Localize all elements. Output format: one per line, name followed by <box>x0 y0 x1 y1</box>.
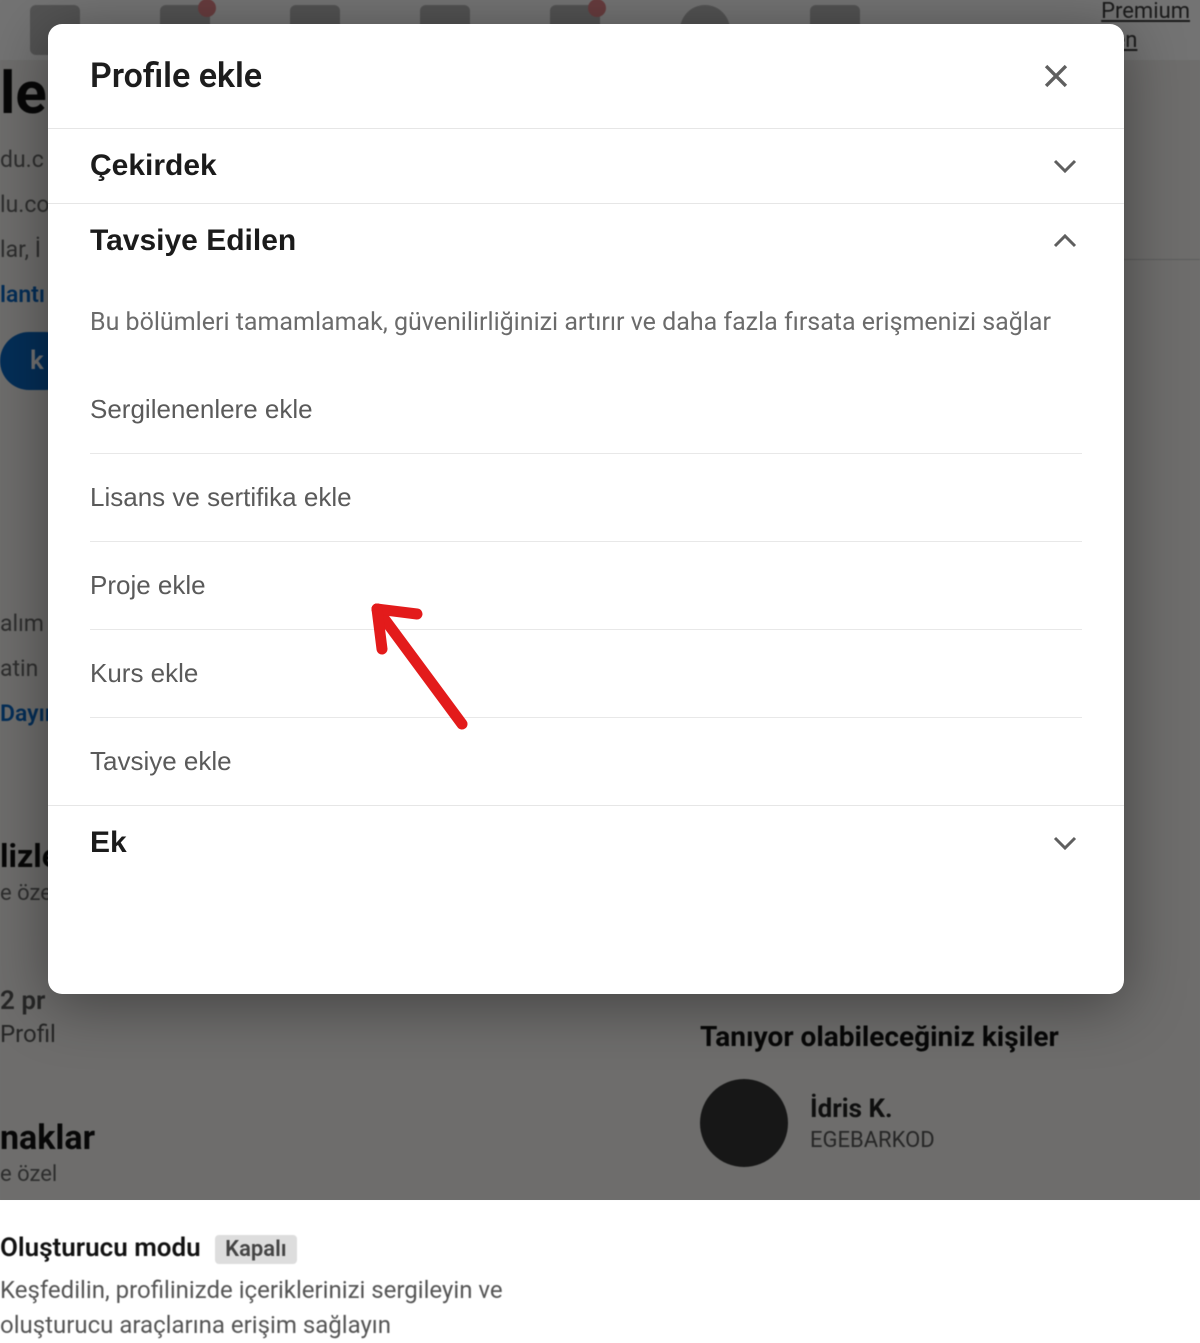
add-profile-section-modal: Profile ekle Çekirdek Tavsiye Edilen Bu … <box>48 24 1124 994</box>
accordion-recommended-header[interactable]: Tavsiye Edilen <box>48 204 1124 278</box>
creator-mode-row: Oluşturucu modu Kapalı <box>0 1233 660 1263</box>
option-add-featured[interactable]: Sergilenenlere ekle <box>90 365 1082 453</box>
accordion-core-title: Çekirdek <box>90 149 217 183</box>
option-add-project[interactable]: Proje ekle <box>90 541 1082 629</box>
option-add-course[interactable]: Kurs ekle <box>90 629 1082 717</box>
recommended-description: Bu bölümleri tamamlamak, güvenilirliğini… <box>90 278 1082 353</box>
close-button[interactable] <box>1030 50 1082 102</box>
accordion-additional: Ek <box>48 805 1124 880</box>
accordion-additional-header[interactable]: Ek <box>48 805 1124 880</box>
creator-mode-state: Kapalı <box>215 1235 297 1264</box>
recommended-options: Sergilenenlere ekle Lisans ve sertifika … <box>90 365 1082 805</box>
close-icon <box>1039 59 1073 93</box>
accordion-core-header[interactable]: Çekirdek <box>48 129 1124 204</box>
creator-mode-desc: Keşfedilin, profilinizde içeriklerinizi … <box>0 1273 660 1343</box>
modal-title: Profile ekle <box>90 56 262 96</box>
chevron-down-icon <box>1048 826 1082 860</box>
accordion-recommended-body: Bu bölümleri tamamlamak, güvenilirliğini… <box>48 278 1124 805</box>
modal-header: Profile ekle <box>48 24 1124 129</box>
option-add-license-cert[interactable]: Lisans ve sertifika ekle <box>90 453 1082 541</box>
accordion-recommended: Tavsiye Edilen Bu bölümleri tamamlamak, … <box>48 204 1124 805</box>
chevron-up-icon <box>1048 224 1082 258</box>
accordion-additional-title: Ek <box>90 826 127 860</box>
creator-mode-label: Oluşturucu modu <box>0 1233 201 1263</box>
accordion-recommended-title: Tavsiye Edilen <box>90 224 296 258</box>
accordion-core: Çekirdek <box>48 129 1124 204</box>
chevron-down-icon <box>1048 149 1082 183</box>
option-add-recommendation[interactable]: Tavsiye ekle <box>90 717 1082 805</box>
